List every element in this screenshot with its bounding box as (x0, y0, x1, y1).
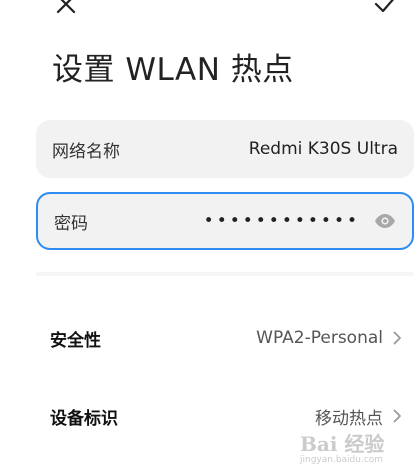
watermark: Bai 经验 jingyan.baidu.com (300, 428, 420, 472)
password-field[interactable]: 密码 •••••••••••• (36, 192, 414, 250)
security-label: 安全性 (50, 330, 101, 351)
page-title: 设置 WLAN 热点 (52, 52, 294, 88)
ssid-field[interactable]: 网络名称 Redmi K30S Ultra (36, 120, 414, 178)
eye-icon (375, 214, 395, 228)
security-row[interactable]: 安全性 WPA2-Personal (50, 318, 402, 358)
device-id-value-group: 移动热点 (315, 404, 402, 429)
password-label: 密码 (54, 213, 88, 234)
watermark-text: Bai 经验 (300, 432, 385, 456)
close-button[interactable] (48, 0, 84, 22)
section-divider (36, 272, 414, 276)
password-value[interactable]: •••••••••••• (204, 211, 360, 231)
check-icon (374, 0, 394, 13)
confirm-button[interactable] (368, 0, 404, 22)
security-value: WPA2-Personal (256, 328, 383, 348)
ssid-label: 网络名称 (52, 141, 120, 162)
top-bar (0, 0, 420, 30)
show-password-toggle[interactable] (374, 213, 396, 229)
watermark-sub: jingyan.baidu.com (300, 455, 384, 465)
ssid-value[interactable]: Redmi K30S Ultra (249, 139, 398, 159)
close-icon (56, 0, 76, 14)
device-id-label: 设备标识 (50, 408, 118, 429)
chevron-right-icon (393, 409, 401, 423)
password-value-group: •••••••••••• (204, 211, 396, 231)
chevron-right-icon (393, 331, 401, 345)
security-value-group: WPA2-Personal (256, 328, 402, 348)
device-id-value: 移动热点 (315, 408, 383, 429)
